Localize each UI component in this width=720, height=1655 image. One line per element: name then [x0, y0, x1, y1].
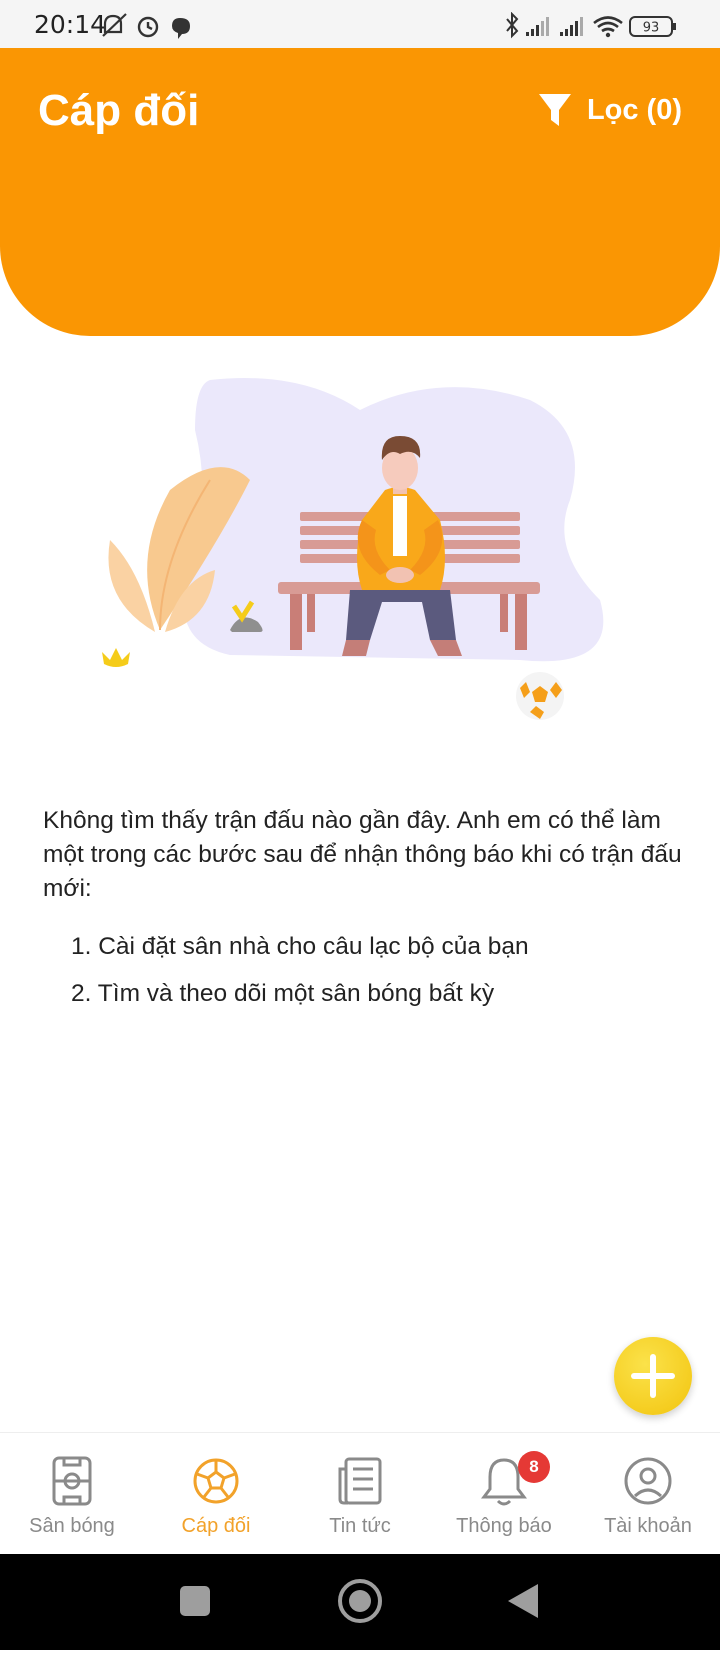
soccer-ball-icon: [193, 1458, 239, 1504]
empty-state-steps: 1. Cài đặt sân nhà cho câu lạc bộ của bạ…: [71, 930, 691, 1024]
filter-icon: [538, 94, 571, 126]
status-bar: 20:14 93: [0, 0, 720, 48]
recents-icon: [180, 1586, 210, 1616]
nav-label-san-bong: Sân bóng: [29, 1515, 115, 1537]
news-icon: [338, 1457, 382, 1505]
flower-icon: [102, 648, 130, 667]
empty-state-illustration: [102, 378, 604, 720]
ball-icon: [516, 672, 564, 720]
status-right-icons: 93: [506, 12, 676, 39]
signal-icon: [526, 17, 583, 36]
nav-item-thong-bao[interactable]: 8 Thông báo: [432, 1433, 576, 1555]
plus-icon: [631, 1354, 675, 1398]
nav-label-thong-bao: Thông báo: [456, 1515, 552, 1537]
nav-item-tin-tuc[interactable]: Tin tức: [288, 1433, 432, 1555]
notification-badge: 8: [518, 1451, 550, 1483]
bluetooth-icon: [506, 12, 519, 39]
step-item: 2. Tìm và theo dõi một sân bóng bất kỳ: [71, 980, 495, 1007]
bottom-navigation: Sân bóng Cáp đối Tin tức 8 Thông báo Tài…: [0, 1432, 720, 1555]
nav-item-san-bong[interactable]: Sân bóng: [0, 1433, 144, 1555]
wifi-icon: [593, 16, 623, 33]
add-match-button[interactable]: [614, 1337, 692, 1415]
filter-label: Lọc (0): [586, 93, 682, 126]
status-time: 20:14: [34, 10, 107, 39]
nav-label-tin-tuc: Tin tức: [329, 1515, 391, 1537]
nav-label-cap-doi: Cáp đối: [181, 1515, 251, 1537]
mute-icon: [102, 13, 127, 37]
home-icon: [338, 1579, 382, 1623]
account-icon: [624, 1457, 672, 1505]
system-navigation-bar: [0, 1554, 720, 1650]
app-header: Cáp đối Lọc (0): [0, 48, 720, 336]
filter-button[interactable]: Lọc (0): [537, 90, 682, 130]
nav-label-tai-khoan: Tài khoản: [604, 1515, 692, 1537]
page-title: Cáp đối: [38, 86, 200, 135]
alarm-icon: [137, 16, 159, 38]
battery-level: 93: [643, 21, 660, 36]
step-item: 1. Cài đặt sân nhà cho câu lạc bộ của bạ…: [71, 933, 529, 960]
back-icon: [508, 1584, 538, 1618]
notification-dot-icon: [172, 18, 190, 39]
field-icon: [52, 1456, 92, 1506]
status-left-icons: [102, 13, 190, 39]
nav-item-tai-khoan[interactable]: Tài khoản: [576, 1433, 720, 1555]
empty-state-message: Không tìm thấy trận đấu nào gần đây. Anh…: [43, 807, 682, 902]
nav-item-cap-doi[interactable]: Cáp đối: [144, 1433, 288, 1555]
